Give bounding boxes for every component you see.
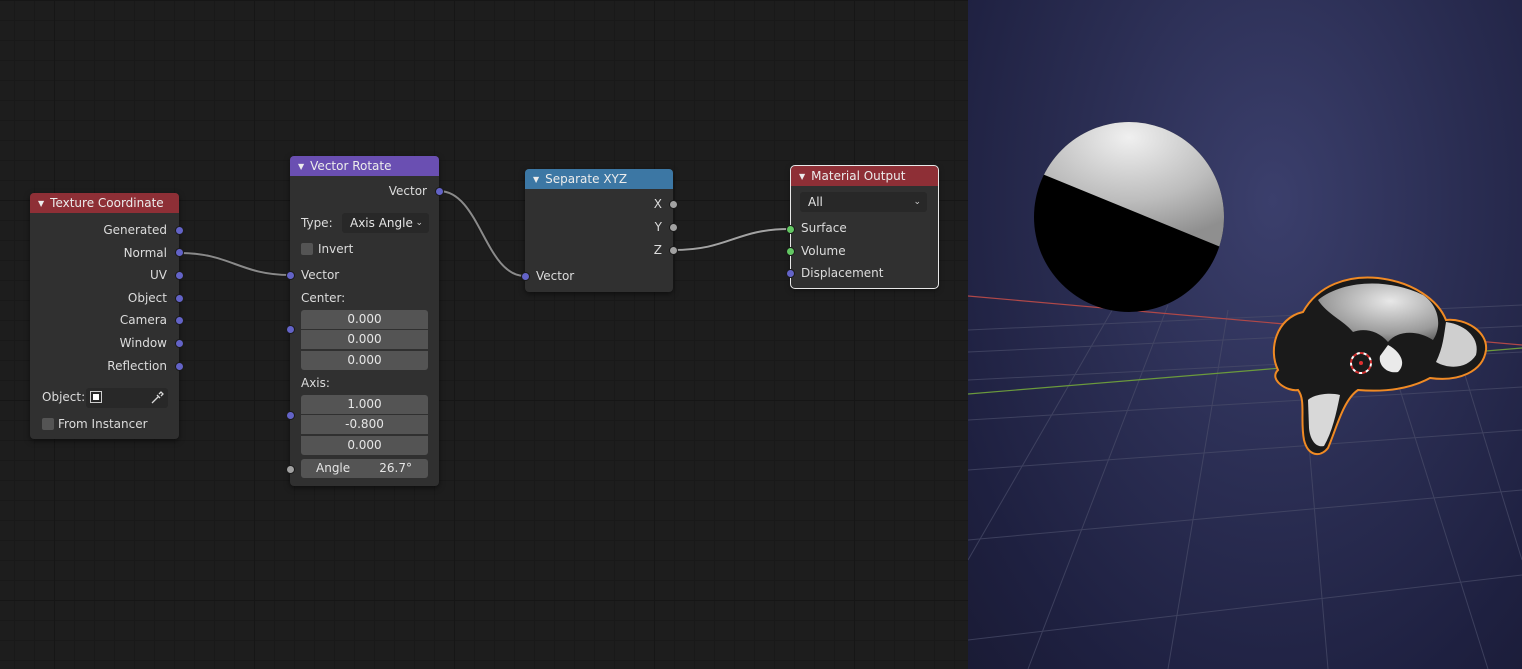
object-field[interactable] (86, 388, 168, 408)
socket-center[interactable] (286, 325, 295, 334)
socket-reflection[interactable] (175, 362, 184, 371)
socket-separate-input[interactable] (521, 272, 530, 281)
object-label: Object: (42, 390, 86, 404)
output-camera: Camera (119, 313, 167, 327)
center-x-field[interactable]: 0.000 (301, 310, 428, 329)
node-title: Vector Rotate (310, 159, 392, 173)
output-z: Z (653, 243, 662, 257)
output-reflection: Reflection (107, 359, 167, 373)
center-y-field[interactable]: 0.000 (301, 330, 428, 349)
axis-y-field[interactable]: -0.800 (301, 415, 428, 434)
socket-displacement[interactable] (786, 269, 795, 278)
socket-surface[interactable] (786, 225, 795, 234)
socket-angle[interactable] (286, 465, 295, 474)
input-surface: Surface (801, 221, 847, 235)
from-instancer-checkbox[interactable] (42, 418, 54, 430)
type-dropdown[interactable]: Axis Angle ⌄ (342, 213, 429, 233)
input-vector-label: Vector (536, 269, 575, 283)
invert-checkbox[interactable] (301, 243, 313, 255)
collapse-icon[interactable]: ▼ (298, 162, 304, 171)
texture-coordinate-header[interactable]: ▼ Texture Coordinate (30, 193, 179, 213)
chevron-down-icon: ⌄ (415, 218, 423, 228)
node-title: Texture Coordinate (50, 196, 164, 210)
link-normal-to-vector[interactable] (179, 251, 291, 277)
collapse-icon[interactable]: ▼ (38, 199, 44, 208)
material-output-header[interactable]: ▼ Material Output (791, 166, 938, 186)
output-y: Y (654, 220, 662, 234)
socket-y[interactable] (669, 223, 678, 232)
socket-normal[interactable] (175, 248, 184, 257)
angle-label: Angle (316, 461, 351, 475)
socket-camera[interactable] (175, 316, 184, 325)
socket-z[interactable] (669, 246, 678, 255)
output-object: Object (127, 291, 167, 305)
3d-viewport[interactable] (968, 0, 1522, 669)
target-value: All (808, 195, 823, 209)
node-title: Material Output (811, 169, 906, 183)
socket-uv[interactable] (175, 271, 184, 280)
input-vector-label: Vector (301, 268, 340, 282)
node-title: Separate XYZ (545, 172, 628, 186)
shader-node-editor[interactable]: ▼ Texture Coordinate Generated Normal UV … (0, 0, 968, 669)
eyedropper-icon[interactable] (150, 391, 164, 405)
texture-coordinate-node[interactable]: ▼ Texture Coordinate Generated Normal UV … (30, 193, 179, 439)
axis-z-field[interactable]: 0.000 (301, 436, 428, 455)
viewport-scene (968, 100, 1522, 669)
vector-rotate-node[interactable]: ▼ Vector Rotate Vector Type: Axis Angle ⌄… (290, 156, 439, 486)
axis-label: Axis: (301, 376, 330, 390)
link-z-to-surface[interactable] (672, 227, 791, 252)
center-z-field[interactable]: 0.000 (301, 351, 428, 370)
type-value: Axis Angle (350, 216, 413, 230)
object-icon (90, 391, 102, 403)
socket-volume[interactable] (786, 247, 795, 256)
link-vector-to-separate[interactable] (438, 189, 526, 278)
collapse-icon[interactable]: ▼ (533, 175, 539, 184)
invert-label: Invert (318, 242, 354, 256)
angle-value: 26.7° (379, 461, 412, 475)
output-window: Window (119, 336, 167, 350)
angle-field[interactable]: Angle 26.7° (301, 459, 428, 478)
output-vector: Vector (388, 184, 427, 198)
output-x: X (653, 197, 662, 211)
type-label: Type: (301, 216, 333, 230)
material-output-node[interactable]: ▼ Material Output All ⌄ Surface Volume Di… (790, 165, 939, 289)
socket-generated[interactable] (175, 226, 184, 235)
collapse-icon[interactable]: ▼ (799, 172, 805, 181)
output-normal: Normal (123, 246, 167, 260)
center-label: Center: (301, 291, 346, 305)
vector-rotate-header[interactable]: ▼ Vector Rotate (290, 156, 439, 176)
socket-rotate-input-vector[interactable] (286, 271, 295, 280)
separate-xyz-header[interactable]: ▼ Separate XYZ (525, 169, 673, 189)
output-uv: UV (150, 268, 167, 282)
socket-rotate-output[interactable] (435, 187, 444, 196)
sphere-object[interactable] (1008, 100, 1228, 312)
output-generated: Generated (103, 223, 167, 237)
from-instancer-label: From Instancer (58, 417, 148, 431)
input-displacement: Displacement (801, 266, 884, 280)
input-volume: Volume (801, 244, 846, 258)
axis-x-field[interactable]: 1.000 (301, 395, 428, 414)
socket-axis[interactable] (286, 411, 295, 420)
chevron-down-icon: ⌄ (913, 197, 921, 207)
socket-window[interactable] (175, 339, 184, 348)
target-dropdown[interactable]: All ⌄ (800, 192, 927, 212)
suzanne-object[interactable] (1272, 276, 1488, 456)
socket-object[interactable] (175, 294, 184, 303)
separate-xyz-node[interactable]: ▼ Separate XYZ X Y Z Vector (525, 169, 673, 292)
socket-x[interactable] (669, 200, 678, 209)
